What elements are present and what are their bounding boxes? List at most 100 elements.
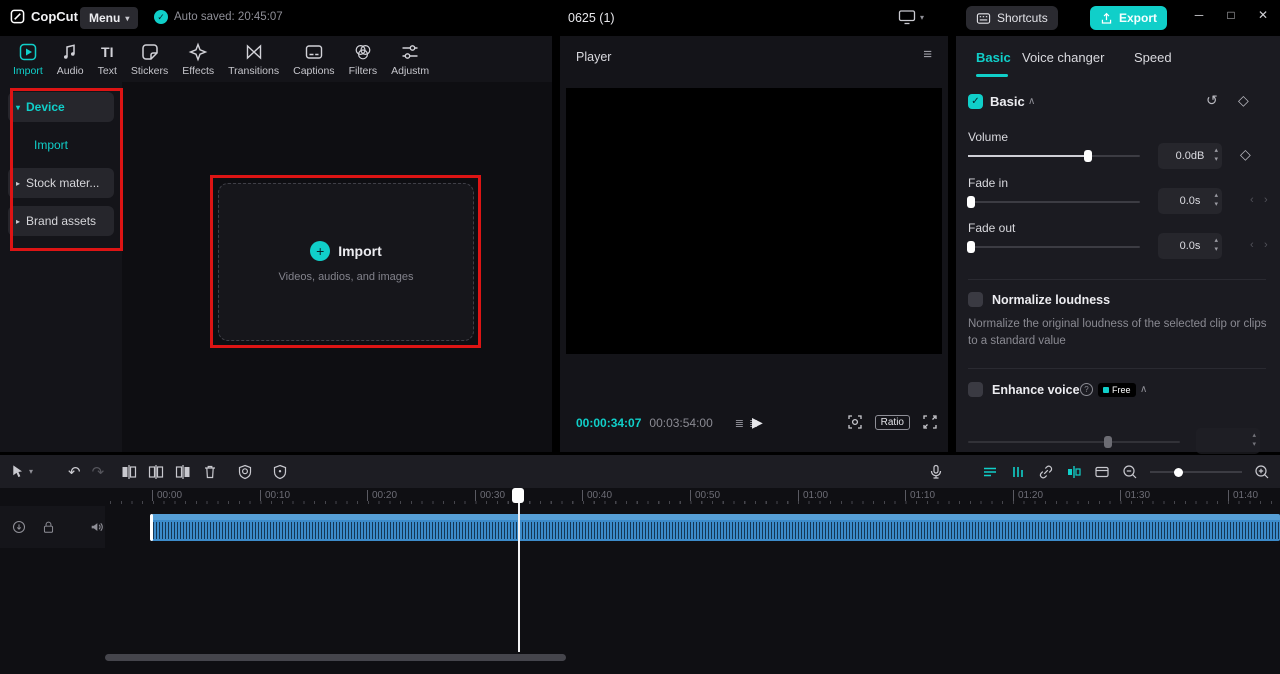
fade-in-stepper[interactable]: ▴▾ xyxy=(1214,191,1218,209)
dropzone-subtitle: Videos, audios, and images xyxy=(279,271,414,283)
preview-quality-icon[interactable] xyxy=(847,414,863,430)
ruler-ticks xyxy=(110,501,1280,504)
prev-keyframe-icon[interactable]: ‹ xyxy=(1250,194,1254,206)
tab-stickers[interactable]: Stickers xyxy=(124,42,175,77)
tab-adjustment[interactable]: Adjustm xyxy=(384,42,436,77)
clip-left-handle[interactable] xyxy=(150,514,153,541)
sidebar-item-import[interactable]: Import xyxy=(8,130,114,160)
sidebar-item-brand-assets[interactable]: ▸ Brand assets xyxy=(8,206,114,236)
delete-button[interactable] xyxy=(202,464,218,480)
plus-icon: + xyxy=(310,241,330,261)
help-icon[interactable]: ? xyxy=(1080,383,1093,396)
volume-slider-thumb[interactable] xyxy=(1084,150,1092,162)
zoom-slider-thumb[interactable] xyxy=(1174,468,1183,477)
ruler-label: 00:40 xyxy=(582,490,612,501)
redo-button[interactable]: ↷ xyxy=(92,463,105,481)
tab-audio[interactable]: Audio xyxy=(50,42,91,77)
fade-out-stepper[interactable]: ▴▾ xyxy=(1214,236,1218,254)
record-voiceover-button[interactable] xyxy=(928,464,944,480)
tab-basic[interactable]: Basic xyxy=(976,50,1011,65)
import-dropzone[interactable]: + Import Videos, audios, and images xyxy=(218,183,474,341)
fade-in-slider-thumb[interactable] xyxy=(967,196,975,208)
disabled-slider-thumb[interactable] xyxy=(1104,436,1112,448)
tab-text[interactable]: TI Text xyxy=(91,42,124,77)
timeline-zoom-slider[interactable] xyxy=(1150,466,1242,478)
import-sidebar: ▾ Device Import ▸ Stock mater... ▸ Brand… xyxy=(0,82,122,452)
track-order-icon[interactable] xyxy=(12,520,26,534)
fade-out-slider[interactable] xyxy=(968,241,1140,253)
ruler-label: 00:10 xyxy=(260,490,290,501)
video-preview[interactable] xyxy=(566,88,942,354)
preview-frame-button[interactable] xyxy=(1094,464,1110,480)
monitor-icon xyxy=(898,9,916,25)
volume-keyframe-icon[interactable]: ◇ xyxy=(1240,146,1251,163)
main-track-magnetic-button[interactable] xyxy=(982,464,998,480)
chevron-down-icon: ▾ xyxy=(920,13,924,22)
close-button[interactable]: ✕ xyxy=(1250,8,1276,22)
ratio-button[interactable]: Ratio xyxy=(875,415,910,430)
keyframe-diamond-icon[interactable]: ◇ xyxy=(1238,92,1249,109)
volume-value-field[interactable]: 0.0dB ▴▾ xyxy=(1158,143,1222,169)
timeline-horizontal-scrollbar[interactable] xyxy=(105,654,566,661)
fade-out-slider-thumb[interactable] xyxy=(967,241,975,253)
split-right-button[interactable] xyxy=(175,464,191,480)
tab-effects[interactable]: Effects xyxy=(175,42,221,77)
track-snap-button[interactable] xyxy=(1066,464,1082,480)
maximize-button[interactable]: □ xyxy=(1218,8,1244,22)
lock-icon[interactable] xyxy=(42,520,55,534)
play-button[interactable]: ▶ xyxy=(752,414,763,431)
next-keyframe-icon[interactable]: › xyxy=(1264,239,1268,251)
split-left-button[interactable] xyxy=(121,464,137,480)
volume-slider[interactable] xyxy=(968,150,1140,162)
mask-button[interactable] xyxy=(237,464,253,480)
sidebar-item-device[interactable]: ▾ Device xyxy=(8,92,114,122)
tab-voice-changer[interactable]: Voice changer xyxy=(1022,50,1104,65)
collapse-icon[interactable]: ∧ xyxy=(1140,384,1147,395)
basic-section-checkbox[interactable]: ✓ xyxy=(968,94,983,109)
enhance-voice-checkbox[interactable] xyxy=(968,382,983,397)
fade-out-value-field[interactable]: 0.0s ▴▾ xyxy=(1158,233,1222,259)
tab-speed[interactable]: Speed xyxy=(1134,50,1172,65)
reset-icon[interactable]: ↺ xyxy=(1206,92,1218,109)
collapse-icon[interactable]: ∧ xyxy=(1028,96,1035,107)
sidebar-item-stock-material[interactable]: ▸ Stock mater... xyxy=(8,168,114,198)
player-menu-icon[interactable]: ≡ xyxy=(923,46,932,63)
prev-keyframe-icon[interactable]: ‹ xyxy=(1250,239,1254,251)
fade-in-value-field[interactable]: 0.0s ▴▾ xyxy=(1158,188,1222,214)
audio-clip[interactable] xyxy=(150,514,1280,541)
normalize-loudness-checkbox[interactable] xyxy=(968,292,983,307)
shortcuts-label: Shortcuts xyxy=(997,11,1048,25)
disabled-stepper[interactable]: ▴▾ xyxy=(1252,431,1256,449)
volume-stepper[interactable]: ▴▾ xyxy=(1214,146,1218,164)
playhead-handle[interactable] xyxy=(512,488,524,503)
minimize-button[interactable]: ─ xyxy=(1186,8,1212,22)
split-button[interactable] xyxy=(148,464,164,480)
disabled-slider[interactable] xyxy=(968,436,1180,448)
next-keyframe-icon[interactable]: › xyxy=(1264,194,1268,206)
ruler-label: 00:00 xyxy=(152,490,182,501)
app-logo: CopCut xyxy=(10,9,78,24)
display-mode-button[interactable]: ▾ xyxy=(898,9,924,25)
media-area: + Import Videos, audios, and images xyxy=(122,82,552,452)
link-button[interactable] xyxy=(1038,464,1054,480)
select-tool-button[interactable]: ▾ xyxy=(10,464,33,479)
tab-captions[interactable]: Captions xyxy=(286,42,341,77)
free-badge: Free xyxy=(1098,383,1136,397)
zoom-out-icon[interactable] xyxy=(1122,464,1138,480)
shortcuts-button[interactable]: Shortcuts xyxy=(966,6,1058,30)
undo-button[interactable]: ↶ xyxy=(68,463,81,481)
mute-track-icon[interactable] xyxy=(89,520,104,534)
shield-button[interactable] xyxy=(272,464,288,480)
menu-button[interactable]: Menu ▾ xyxy=(80,7,138,29)
tab-filters[interactable]: Filters xyxy=(342,42,385,77)
zoom-in-icon[interactable] xyxy=(1254,464,1270,480)
track-header xyxy=(0,506,105,548)
tab-transitions[interactable]: Transitions xyxy=(221,42,286,77)
disabled-value-field[interactable]: ▴▾ xyxy=(1196,428,1260,454)
export-button[interactable]: Export xyxy=(1090,6,1167,30)
auto-snap-button[interactable] xyxy=(1010,464,1026,480)
text-icon: TI xyxy=(101,42,113,62)
tab-import[interactable]: Import xyxy=(6,42,50,77)
fade-in-slider[interactable] xyxy=(968,196,1140,208)
fullscreen-icon[interactable] xyxy=(922,414,938,430)
